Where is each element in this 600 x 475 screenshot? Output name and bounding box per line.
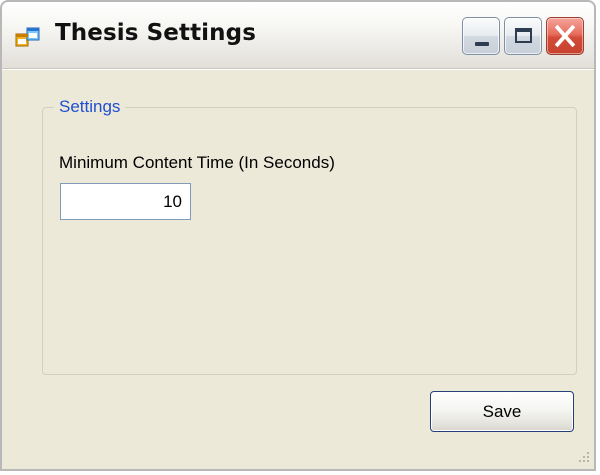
- window-client-area: Settings Minimum Content Time (In Second…: [2, 69, 594, 469]
- settings-group-title: Settings: [54, 96, 126, 118]
- thesis-settings-window: Thesis Settings Settings Minimum Content…: [0, 0, 596, 471]
- minimize-icon: [475, 42, 489, 46]
- close-icon: [554, 24, 576, 48]
- maximize-icon: [515, 28, 532, 43]
- minimum-content-time-label: Minimum Content Time (In Seconds): [59, 153, 335, 172]
- save-button[interactable]: Save: [430, 391, 574, 432]
- window-caption-buttons: [462, 17, 584, 55]
- application-window-icon: [15, 27, 40, 47]
- maximize-button[interactable]: [504, 17, 542, 55]
- window-title: Thesis Settings: [55, 20, 256, 46]
- settings-groupbox: Settings Minimum Content Time (In Second…: [42, 96, 577, 375]
- minimize-button[interactable]: [462, 17, 500, 55]
- minimum-content-time-input[interactable]: [60, 183, 191, 220]
- window-titlebar[interactable]: Thesis Settings: [2, 2, 594, 69]
- close-button[interactable]: [546, 17, 584, 55]
- resize-grip-icon[interactable]: [574, 449, 591, 466]
